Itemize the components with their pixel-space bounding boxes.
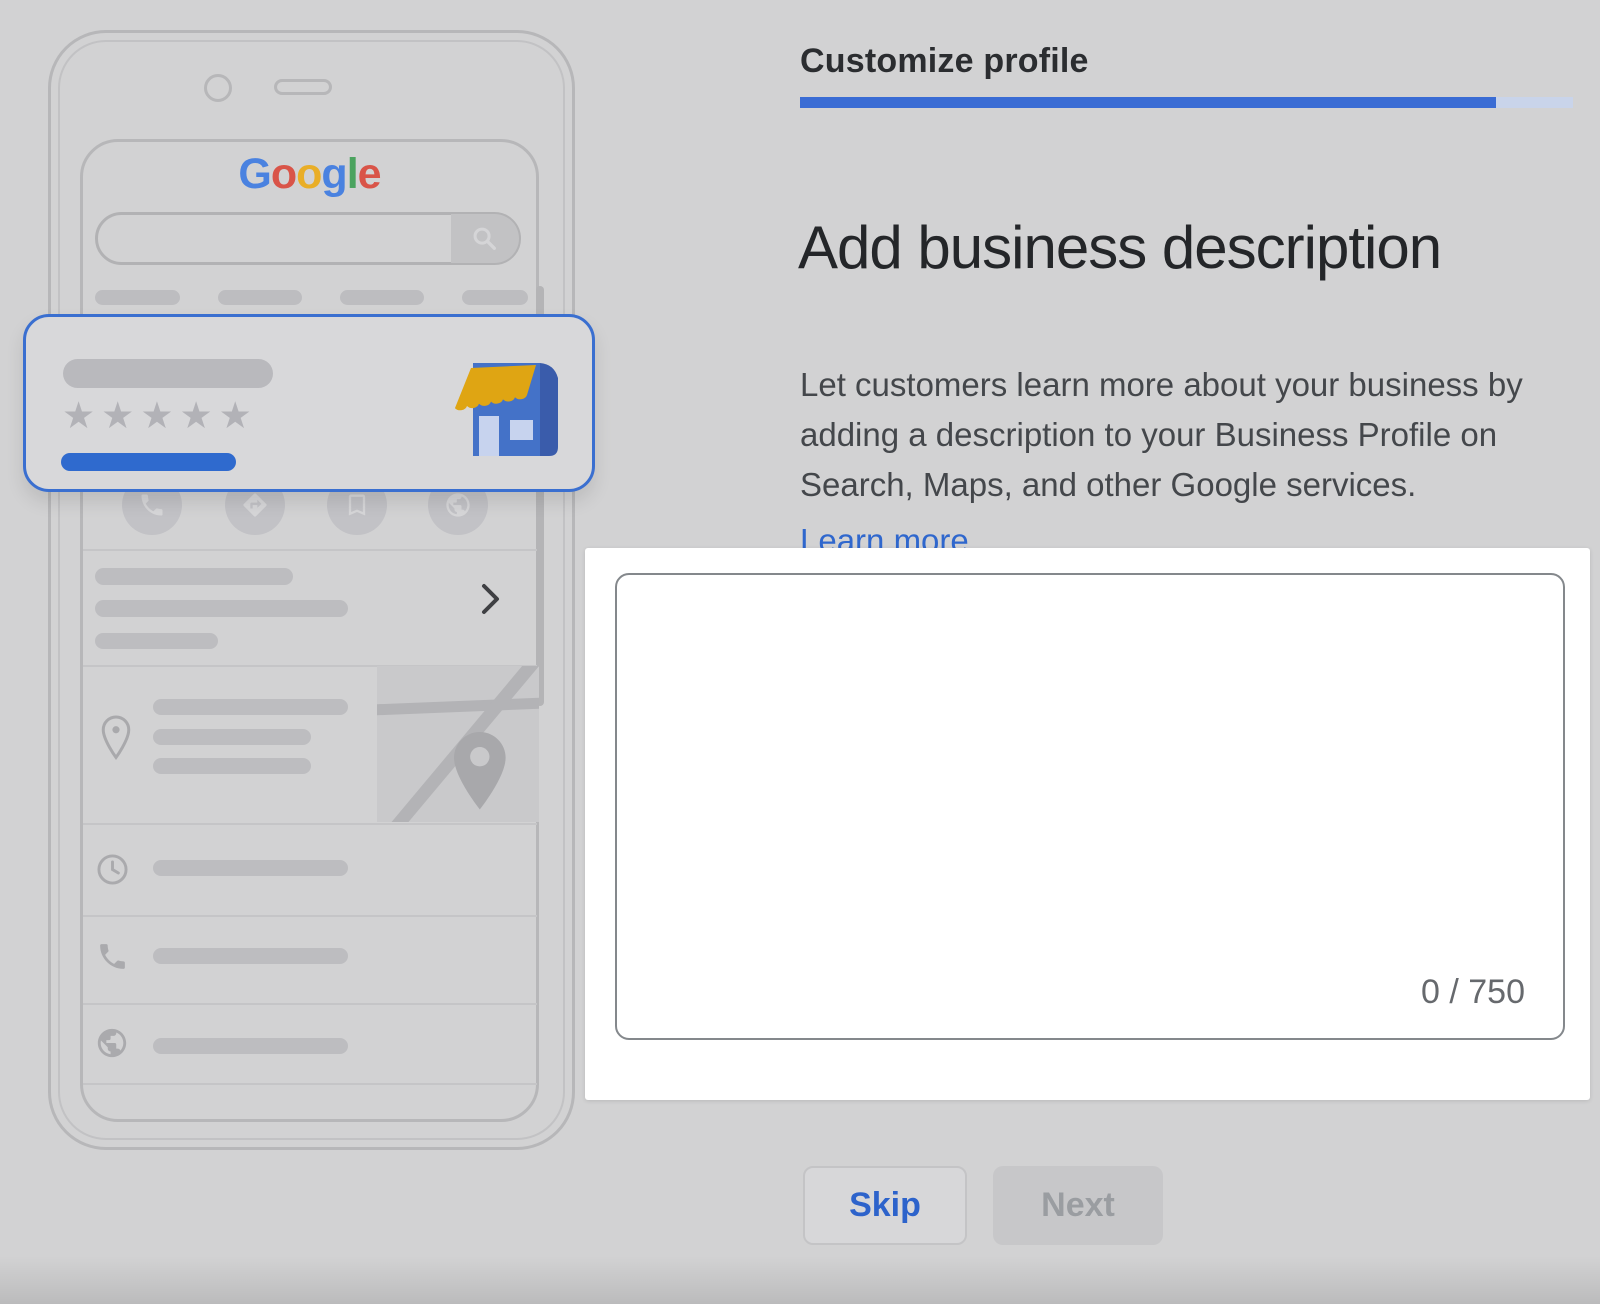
divider [83, 549, 537, 551]
text-placeholder [153, 1038, 348, 1054]
logo-letter: o [296, 150, 321, 198]
phone-camera [204, 74, 232, 102]
text-placeholder [153, 729, 311, 745]
divider [83, 915, 537, 917]
character-counter: 0 / 750 [1421, 973, 1525, 1012]
page: Google ★★★★★ [0, 0, 1600, 1304]
text-placeholder [95, 568, 293, 585]
next-button[interactable]: Next [993, 1166, 1163, 1245]
divider [83, 1083, 537, 1085]
globe-icon [444, 491, 472, 519]
text-placeholder [153, 699, 348, 715]
chevron-right-icon [480, 582, 502, 621]
progress-bar [800, 97, 1573, 108]
call-icon [138, 491, 166, 519]
google-logo: Google [80, 150, 539, 199]
mock-tab-pill [462, 290, 528, 305]
logo-letter: G [238, 150, 270, 198]
phone-screen [80, 139, 539, 1122]
rating-bar [61, 453, 236, 471]
mock-tab-pill [218, 290, 302, 305]
search-icon [471, 225, 499, 253]
mock-tab-pill [95, 290, 180, 305]
body-text: Let customers learn more about your busi… [800, 360, 1562, 510]
business-description-input[interactable] [615, 573, 1565, 1040]
phone-speaker [274, 79, 332, 95]
divider [83, 823, 537, 825]
mock-search-bar [95, 212, 521, 265]
skip-button[interactable]: Skip [803, 1166, 967, 1245]
map-thumbnail [377, 666, 539, 827]
clock-icon [95, 852, 130, 892]
globe-icon [95, 1026, 129, 1065]
divider [83, 1003, 537, 1005]
text-placeholder [95, 600, 348, 617]
description-spotlight-panel: 0 / 750 [585, 548, 1590, 1100]
progress-fill [800, 97, 1496, 108]
logo-letter: e [358, 150, 381, 198]
text-placeholder [95, 633, 218, 649]
star-rating: ★★★★★ [62, 397, 258, 434]
location-pin-icon [98, 714, 134, 767]
business-profile-card: ★★★★★ [23, 314, 595, 492]
search-button [451, 214, 519, 263]
business-name-placeholder [63, 359, 273, 388]
text-placeholder [153, 758, 311, 774]
storefront-icon [448, 356, 558, 468]
page-title: Add business description [798, 213, 1588, 282]
logo-letter: g [321, 150, 346, 198]
logo-letter: l [347, 150, 358, 198]
directions-icon [241, 491, 269, 519]
call-icon [96, 940, 129, 978]
text-placeholder [153, 860, 348, 876]
bottom-fade [0, 1256, 1600, 1304]
step-label: Customize profile [800, 42, 1089, 81]
logo-letter: o [271, 150, 296, 198]
mock-tab-pill [340, 290, 424, 305]
bookmark-icon [343, 491, 371, 519]
text-placeholder [153, 948, 348, 964]
